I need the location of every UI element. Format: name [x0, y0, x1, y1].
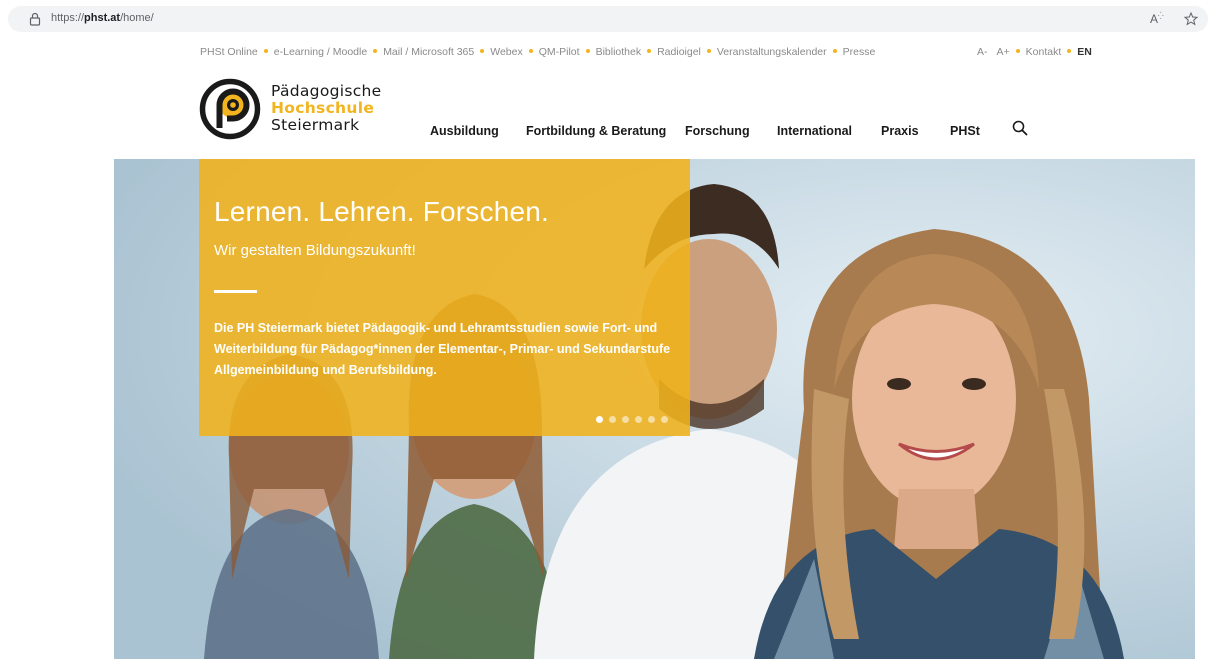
logo-line-1: Pädagogische [271, 82, 382, 100]
slider-dot[interactable] [609, 416, 616, 423]
separator-dot [1067, 49, 1072, 54]
utility-link-phst-online[interactable]: PHSt Online [200, 46, 258, 58]
slider-dot[interactable] [635, 416, 642, 423]
hero-divider [214, 290, 257, 293]
slider-dot[interactable] [648, 416, 655, 423]
nav-ausbildung[interactable]: Ausbildung [430, 124, 499, 138]
utility-link-bibliothek[interactable]: Bibliothek [596, 46, 642, 58]
separator-dot [647, 49, 652, 54]
hero-title: Lernen. Lehren. Forschen. [214, 196, 549, 227]
slider-dot[interactable] [596, 416, 603, 423]
nav-international[interactable]: International [777, 124, 852, 138]
utility-link-mail[interactable]: Mail / Microsoft 365 [383, 46, 474, 58]
logo-line-3: Steiermark [271, 116, 360, 134]
nav-fortbildung-beratung[interactable]: Fortbildung & Beratung [526, 124, 666, 138]
separator-dot [480, 49, 485, 54]
slider-pagination [596, 410, 674, 423]
separator-dot [706, 49, 711, 54]
separator-dot [832, 49, 837, 54]
search-icon[interactable] [1012, 120, 1028, 136]
utility-right: A- A+ Kontakt EN [977, 46, 1092, 58]
language-switch[interactable]: EN [1077, 46, 1092, 58]
url-domain: phst.at [84, 12, 121, 24]
logo-line-2: Hochschule [271, 99, 375, 117]
nav-phst[interactable]: PHSt [950, 124, 980, 138]
separator-dot [373, 49, 378, 54]
utility-link-presse[interactable]: Presse [843, 46, 876, 58]
read-aloud-icon[interactable]: A⁛ [1150, 12, 1166, 26]
nav-praxis[interactable]: Praxis [881, 124, 919, 138]
url-path: /home/ [120, 12, 154, 24]
font-larger-button[interactable]: A+ [997, 46, 1010, 58]
slider-dot[interactable] [622, 416, 629, 423]
font-smaller-button[interactable]: A- [977, 46, 988, 58]
utility-link-webex[interactable]: Webex [490, 46, 523, 58]
url-text[interactable]: https://phst.at/home/ [51, 12, 154, 24]
favorite-star-icon[interactable] [1184, 12, 1198, 26]
utility-link-radioigel[interactable]: Radioigel [657, 46, 701, 58]
separator-dot [1015, 49, 1020, 54]
slider-dot[interactable] [661, 416, 668, 423]
browser-address-bar: https://phst.at/home/ A⁛ [0, 0, 1217, 38]
utility-nav: PHSt Online e-Learning / Moodle Mail / Mic… [200, 46, 875, 60]
nav-forschung[interactable]: Forschung [685, 124, 750, 138]
utility-link-veranstaltungskalender[interactable]: Veranstaltungskalender [717, 46, 827, 58]
hero-subtitle: Wir gestalten Bildungszukunft! [214, 242, 416, 259]
separator-dot [585, 49, 590, 54]
utility-link-qm-pilot[interactable]: QM-Pilot [539, 46, 580, 58]
contact-link[interactable]: Kontakt [1026, 46, 1062, 58]
lock-icon[interactable] [28, 12, 42, 26]
utility-link-elearning[interactable]: e-Learning / Moodle [274, 46, 367, 58]
url-prefix: https:// [51, 12, 85, 24]
logo-wordmark[interactable]: Pädagogische Hochschule Steiermark [271, 83, 382, 134]
separator-dot [263, 49, 268, 54]
phst-logo-icon[interactable] [199, 78, 261, 140]
read-aloud-label: A [1150, 12, 1159, 26]
separator-dot [528, 49, 533, 54]
url-field[interactable] [8, 6, 1208, 32]
hero-body-text: Die PH Steiermark bietet Pädagogik- und … [214, 321, 671, 377]
